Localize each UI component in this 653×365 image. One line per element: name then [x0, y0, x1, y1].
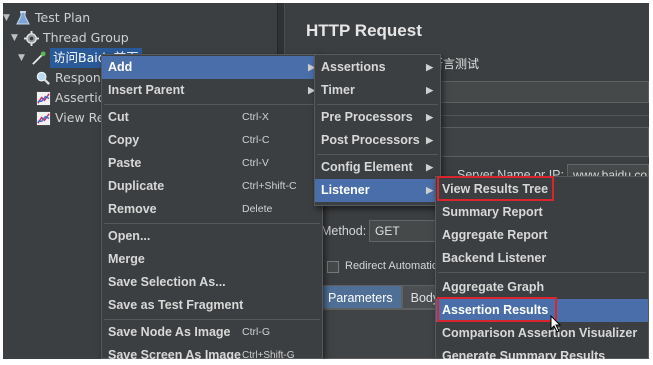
- jmeter-window: ▼ Test Plan ▼ Thread Group ▼ 访问Baidu首页 R…: [3, 3, 649, 359]
- redirect-checkbox[interactable]: [327, 261, 339, 273]
- menu-item-save-as-test-fragment[interactable]: Save as Test Fragment: [102, 294, 322, 317]
- menu-separator: [317, 154, 438, 155]
- menu-item-timer[interactable]: Timer ▶: [315, 79, 440, 102]
- tree-item-response-assertion[interactable]: Respon: [35, 68, 101, 88]
- submenu-arrow-icon: ▶: [426, 135, 433, 145]
- submenu-arrow-icon: ▶: [426, 162, 433, 172]
- tree-item-label: Thread Group: [43, 30, 129, 45]
- menu-item-listener[interactable]: Listener ▶: [315, 179, 440, 202]
- annotation-highlight-view-results-tree: [437, 176, 554, 201]
- redirect-label: Redirect Automatic: [345, 260, 438, 272]
- collapse-arrow-icon[interactable]: ▼: [3, 8, 15, 28]
- pipette-icon: [30, 50, 46, 66]
- annotation-highlight-assertion-results: [437, 297, 557, 322]
- menu-item-summary-report[interactable]: Summary Report: [436, 201, 648, 224]
- submenu-arrow-icon: ▶: [426, 112, 433, 122]
- tree-item-label: Test Plan: [35, 10, 91, 25]
- menu-item-remove[interactable]: Remove Delete: [102, 198, 322, 221]
- mouse-cursor-icon: [550, 314, 562, 336]
- menu-item-assertions[interactable]: Assertions ▶: [315, 56, 440, 79]
- menu-item-duplicate[interactable]: Duplicate Ctrl+Shift-C: [102, 175, 322, 198]
- menu-item-merge[interactable]: Merge: [102, 248, 322, 271]
- submenu-arrow-icon: ▶: [426, 62, 433, 72]
- menu-item-aggregate-report[interactable]: Aggregate Report: [436, 224, 648, 247]
- gear-icon: [23, 30, 39, 46]
- menu-item-save-node-as-image[interactable]: Save Node As Image Ctrl-G: [102, 321, 322, 344]
- tree-item-test-plan[interactable]: ▼ Test Plan: [3, 8, 90, 28]
- menu-item-config-element[interactable]: Config Element ▶: [315, 156, 440, 179]
- menu-item-backend-listener[interactable]: Backend Listener: [436, 247, 648, 270]
- menu-item-comparison-assertion-visualizer[interactable]: Comparison Assertion Visualizer: [436, 322, 648, 345]
- menu-item-cut[interactable]: Cut Ctrl-X: [102, 106, 322, 129]
- flask-icon: [15, 10, 31, 26]
- menu-item-paste[interactable]: Paste Ctrl-V: [102, 152, 322, 175]
- name-field[interactable]: 断言测试: [425, 53, 649, 75]
- menu-separator: [104, 104, 320, 105]
- menu-separator: [104, 223, 320, 224]
- graph-icon: [35, 110, 51, 126]
- graph-icon: [35, 90, 51, 106]
- menu-item-save-selection-as[interactable]: Save Selection As...: [102, 271, 322, 294]
- comments-field[interactable]: [425, 81, 649, 103]
- tree-item-label: Assertio: [55, 90, 106, 105]
- collapse-arrow-icon[interactable]: ▼: [18, 48, 30, 68]
- menu-separator: [438, 272, 646, 273]
- tree-item-view-results[interactable]: View Re: [35, 108, 104, 128]
- menu-item-save-screen-as-image[interactable]: Save Screen As Image Ctrl+Shift-G: [102, 344, 322, 359]
- listener-submenu: View Results Tree Summary Report Aggrega…: [435, 176, 649, 359]
- method-label: Method:: [321, 224, 367, 238]
- tree-item-thread-group[interactable]: ▼ Thread Group: [11, 28, 129, 48]
- menu-separator: [317, 104, 438, 105]
- collapse-arrow-icon[interactable]: ▼: [11, 28, 23, 48]
- context-menu: Add ▶ Insert Parent ▶ Cut Ctrl-X Copy Ct…: [101, 54, 323, 359]
- tree-item-label: View Re: [55, 110, 105, 125]
- menu-item-pre-processors[interactable]: Pre Processors ▶: [315, 106, 440, 129]
- menu-item-insert-parent[interactable]: Insert Parent ▶: [102, 79, 322, 102]
- submenu-arrow-icon: ▶: [426, 185, 433, 195]
- magnifier-icon: [35, 70, 51, 86]
- tree-item-assertion-results[interactable]: Assertio: [35, 88, 105, 108]
- menu-item-generate-summary-results[interactable]: Generate Summary Results: [436, 345, 648, 359]
- menu-item-add[interactable]: Add ▶: [102, 56, 322, 79]
- submenu-arrow-icon: ▶: [426, 85, 433, 95]
- page-title: HTTP Request: [306, 21, 422, 40]
- menu-item-aggregate-graph[interactable]: Aggregate Graph: [436, 276, 648, 299]
- add-submenu: Assertions ▶ Timer ▶ Pre Processors ▶ Po…: [314, 54, 441, 206]
- menu-item-copy[interactable]: Copy Ctrl-C: [102, 129, 322, 152]
- tree-item-label: Respon: [55, 70, 101, 85]
- menu-item-post-processors[interactable]: Post Processors ▶: [315, 129, 440, 152]
- tab-parameters[interactable]: Parameters: [319, 285, 402, 309]
- method-select[interactable]: GET: [369, 220, 441, 242]
- menu-item-open[interactable]: Open...: [102, 225, 322, 248]
- menu-separator: [104, 319, 320, 320]
